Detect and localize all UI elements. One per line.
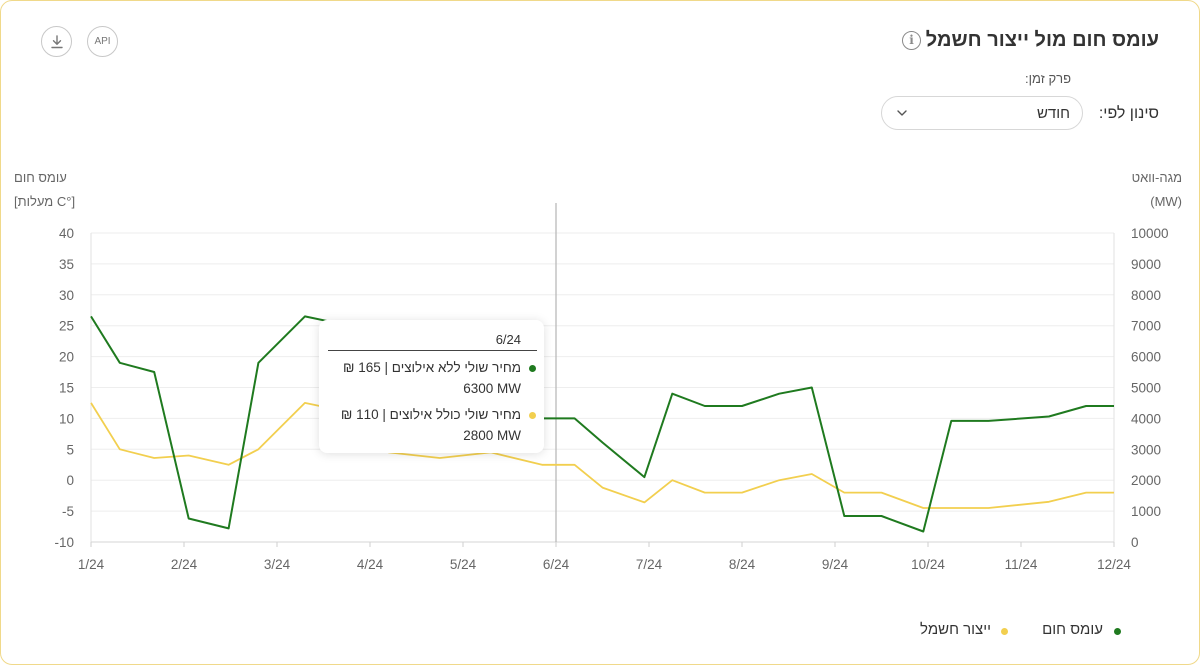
right-tick-label: 8000 xyxy=(1131,288,1161,303)
x-tick-label: 5/24 xyxy=(450,557,477,572)
tooltip-value-heat: 6300 MW xyxy=(463,381,521,396)
tooltip-divider xyxy=(328,350,537,351)
legend-item-power[interactable]: ייצור חשמל xyxy=(920,621,991,638)
left-tick-label: -10 xyxy=(54,535,74,550)
left-tick-label: -5 xyxy=(62,504,74,519)
left-tick-label: 25 xyxy=(59,319,74,334)
right-tick-label: 2000 xyxy=(1131,473,1161,488)
x-tick-label: 3/24 xyxy=(264,557,291,572)
right-tick-label: 9000 xyxy=(1131,257,1161,272)
series-line-heat-load xyxy=(90,315,1114,533)
tooltip-value-power: 2800 MW xyxy=(463,428,521,443)
right-tick-label: 1000 xyxy=(1131,504,1161,519)
right-tick-label: 5000 xyxy=(1131,381,1161,396)
x-tick-label: 8/24 xyxy=(729,557,756,572)
left-tick-label: 40 xyxy=(59,226,74,241)
chart-tooltip: 6/24 מחיר שולי ללא אילוצים | 165 ₪ 6300 … xyxy=(319,320,544,453)
x-tick-label: 11/24 xyxy=(1005,557,1038,572)
left-tick-label: 10 xyxy=(59,411,74,426)
x-tick-label: 2/24 xyxy=(171,557,198,572)
chart-card: עומס חום מול ייצור חשמל i API פרק זמן: ס… xyxy=(0,0,1200,665)
left-tick-label: 5 xyxy=(66,442,74,457)
x-tick-label: 1/24 xyxy=(78,557,105,572)
right-tick-label: 3000 xyxy=(1131,442,1161,457)
tooltip-dot-power xyxy=(529,412,536,419)
tooltip-row-heat: מחיר שולי ללא אילוצים | 165 ₪ xyxy=(343,360,521,375)
x-tick-label: 7/24 xyxy=(636,557,663,572)
left-tick-label: 35 xyxy=(59,257,74,272)
left-tick-label: 15 xyxy=(59,381,74,396)
x-tick-label: 12/24 xyxy=(1097,557,1131,572)
line-chart: -10 -5 0 5 10 15 20 25 30 35 40 0 1000 2000 3000 4000 50… xyxy=(54,203,1169,572)
legend-dot-heat xyxy=(1114,628,1121,635)
tooltip-dot-heat xyxy=(529,365,536,372)
left-tick-label: 30 xyxy=(59,288,74,303)
right-tick-label: 6000 xyxy=(1131,350,1161,365)
tooltip-title: 6/24 xyxy=(495,332,521,347)
x-tick-label: 4/24 xyxy=(357,557,384,572)
right-tick-label: 0 xyxy=(1131,535,1139,550)
legend-item-heat[interactable]: עומס חום xyxy=(1042,621,1103,638)
left-tick-label: 0 xyxy=(66,473,74,488)
left-tick-label: 20 xyxy=(59,350,74,365)
right-tick-label: 4000 xyxy=(1131,411,1161,426)
tooltip-row-power: מחיר שולי כולל אילוצים | 110 ₪ xyxy=(340,407,521,422)
legend-dot-power xyxy=(1001,628,1008,635)
x-tick-label: 9/24 xyxy=(822,557,849,572)
x-tick-label: 6/24 xyxy=(543,557,570,572)
x-tick-label: 10/24 xyxy=(911,557,945,572)
right-tick-label: 7000 xyxy=(1131,319,1161,334)
right-tick-label: 10000 xyxy=(1131,226,1169,241)
